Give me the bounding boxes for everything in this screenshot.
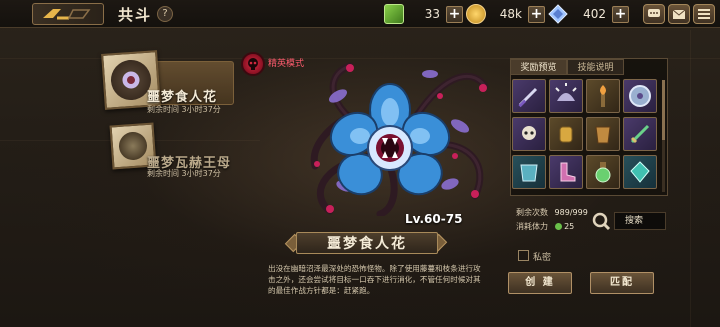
teal-gem-icon[interactable] [623,155,657,189]
remaining-attempts: 剩余次数 989/999 [516,207,588,218]
menu-icon [698,9,710,19]
monster-level: Lv.60-75 [405,212,463,226]
remaining-attempts-label: 剩余次数 [516,208,548,217]
chat-button[interactable] [643,4,665,24]
game-screen: 共斗 ? 33 + 48k + 402 + 噩梦食人花 剩余时间 3小时37分 … [0,0,720,327]
spiked-helmet-icon[interactable] [549,79,583,113]
reward-item-grid [512,79,657,189]
back-button[interactable] [32,3,104,25]
top-bar: 共斗 ? 33 + 48k + 402 + [0,0,720,28]
flower-head [329,83,451,196]
monster-name: 噩梦食人花 [327,236,407,252]
help-button[interactable]: ? [157,6,173,22]
reward-panel-tabs: 奖励预览 技能说明 [510,59,624,75]
boss-remaining-time: 剩余时间 3小时37分 [147,169,221,178]
match-button[interactable]: 匹配 [590,272,654,294]
stamina-cost: 消耗体力 25 [516,221,574,232]
skull-charm-icon[interactable] [512,117,546,151]
boss-list-item[interactable]: 噩梦食人花 剩余时间 3小时37分 [101,50,248,114]
gold-gauntlet-icon[interactable] [549,117,583,151]
menu-button[interactable] [693,4,715,24]
search-icon[interactable] [591,211,611,231]
gold-coin-icon [466,4,486,24]
elite-mode-toggle[interactable] [241,52,265,76]
round-shield-icon[interactable] [623,79,657,113]
resource-value: 402 [583,7,606,21]
background-line [690,30,691,327]
search-button[interactable]: 搜索 [614,212,666,230]
chat-icon [648,9,660,17]
page-title: 共斗 [118,6,153,24]
stamina-cost-label: 消耗体力 [516,222,548,231]
green-flask-icon[interactable] [586,155,620,189]
stamina-cost-value: 25 [564,222,575,231]
reward-scrollbar[interactable] [662,80,665,192]
create-button[interactable]: 创 建 [508,272,572,294]
add-crystal-button[interactable]: + [612,5,629,23]
private-label: 私密 [533,253,552,263]
crystal-icon [548,4,568,24]
monster-nameplate: 噩梦食人花 [296,232,438,254]
pink-boots-icon[interactable] [549,155,583,189]
resource-value: 33 [424,7,440,21]
mail-icon [672,9,686,19]
resource-green-cube: 33 + [384,3,463,25]
resource-value: 48k [499,7,522,21]
remaining-attempts-value: 989/999 [554,208,588,217]
tab-skill-description[interactable]: 技能说明 [567,59,624,75]
back-arrow-icon [43,9,91,20]
flame-torch-icon[interactable] [586,79,620,113]
teal-armor-icon[interactable] [512,155,546,189]
boss-remaining-time: 剩余时间 3小时37分 [147,105,221,114]
bronze-vambrace-icon[interactable] [586,117,620,151]
monster-illustration [310,62,489,216]
boss-list-item[interactable]: 噩梦瓦赫王母 剩余时间 3小时37分 [103,122,248,182]
mail-button[interactable] [668,4,690,24]
add-green-cube-button[interactable]: + [446,5,463,23]
private-checkbox[interactable] [518,250,529,261]
monster-description: 出没在幽暗沼泽最深处的恐怖怪物。除了使用藤蔓和枝条进行攻击之外，还会尝试将目标一… [268,264,481,295]
search-control: 搜索 [591,211,666,231]
boss-name: 噩梦食人花 [147,90,218,105]
stamina-icon [554,223,562,230]
add-gold-button[interactable]: + [528,5,545,23]
elite-skull-icon [248,58,258,70]
tab-reward-preview[interactable]: 奖励预览 [510,59,567,75]
green-cube-icon [384,4,404,24]
dagger-icon[interactable] [512,79,546,113]
resource-crystal: 402 + [548,3,629,25]
green-sword-icon[interactable] [623,117,657,151]
resource-gold: 48k + [466,3,545,25]
